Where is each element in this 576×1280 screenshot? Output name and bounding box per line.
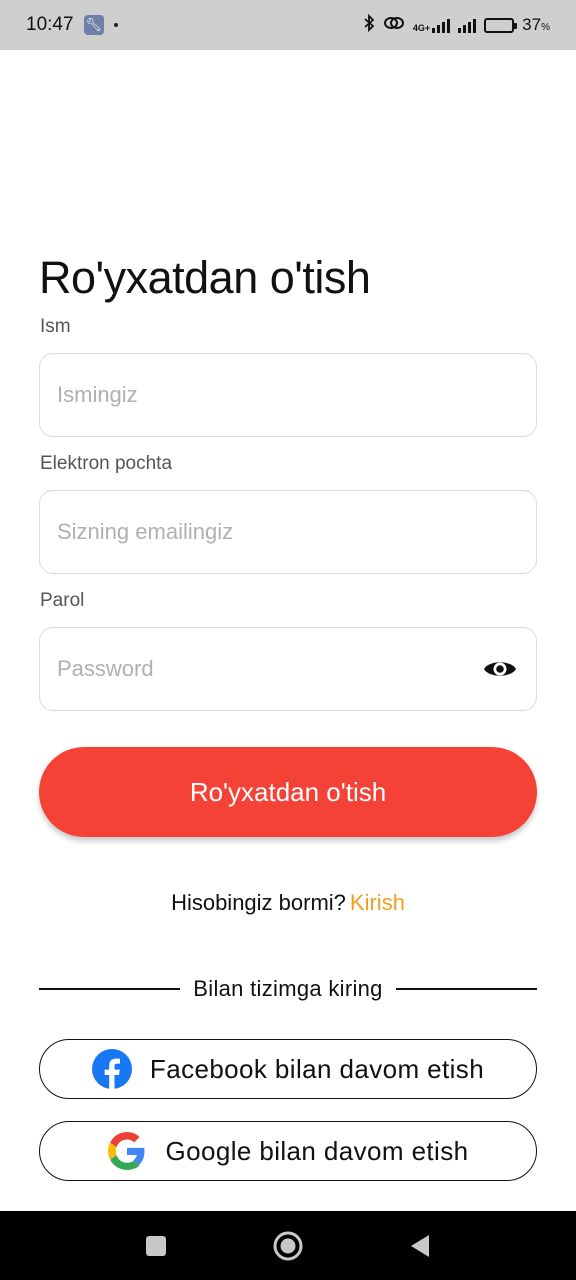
signal-icon [432, 17, 451, 33]
status-time: 10:47 [26, 14, 74, 35]
email-input[interactable] [57, 519, 519, 545]
recents-square-icon[interactable] [140, 1230, 172, 1262]
google-button-label: Google bilan davom etish [165, 1135, 469, 1166]
name-field-box[interactable] [39, 353, 537, 437]
system-nav-bar [0, 1211, 576, 1280]
home-circle-icon[interactable] [272, 1230, 304, 1262]
facebook-button-label: Facebook bilan davom etish [149, 1053, 485, 1084]
hotspot-icon [383, 15, 405, 35]
login-prompt-text: Hisobingiz bormi? [171, 890, 346, 915]
notification-dot-icon [113, 23, 118, 27]
page-title: Ro'yxatdan o'tish [39, 252, 371, 303]
login-prompt-row: Hisobingiz bormi? Kirish [0, 890, 576, 916]
login-link[interactable]: Kirish [350, 890, 405, 915]
signal-icon-2 [458, 17, 477, 33]
status-bar: 10:47 🔧︎ 4G+ 37% [0, 0, 576, 50]
google-login-button[interactable]: Google bilan davom etish [39, 1121, 537, 1181]
wrench-icon: 🔧︎ [83, 15, 104, 35]
password-input[interactable] [57, 656, 483, 682]
facebook-icon [91, 1049, 132, 1089]
register-button[interactable]: Ro'yxatdan o'tish [39, 747, 537, 837]
email-label: Elektron pochta [40, 453, 173, 474]
divider-line-left [39, 988, 181, 990]
eye-icon[interactable] [483, 652, 517, 686]
battery-percent: 37 [522, 15, 542, 34]
divider-text: Bilan tizimga kiring [193, 976, 383, 1001]
email-field-box[interactable] [39, 490, 537, 574]
google-icon [107, 1131, 147, 1171]
battery-unit: % [541, 22, 550, 33]
network-type-label: 4G+ [412, 23, 431, 33]
name-label: Ism [40, 316, 71, 337]
social-divider: Bilan tizimga kiring [39, 976, 537, 1002]
back-triangle-icon[interactable] [404, 1230, 436, 1262]
password-field-box[interactable] [39, 627, 537, 711]
divider-line-right [395, 988, 537, 990]
facebook-login-button[interactable]: Facebook bilan davom etish [39, 1039, 537, 1099]
password-label: Parol [40, 590, 85, 611]
bluetooth-icon [363, 13, 375, 36]
name-input[interactable] [57, 382, 519, 408]
battery-charging-icon [484, 17, 518, 33]
